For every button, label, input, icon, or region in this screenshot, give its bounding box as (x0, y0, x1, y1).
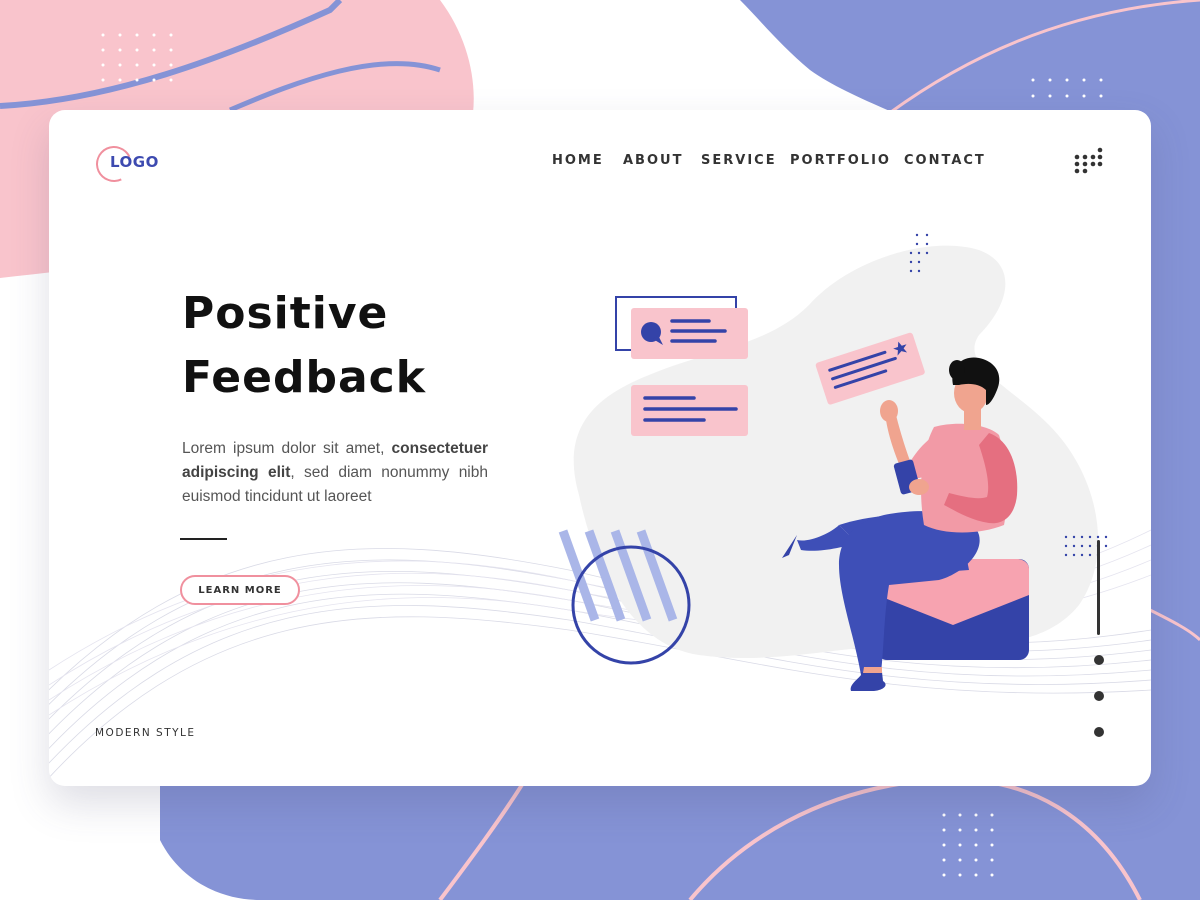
nav-service[interactable]: SERVICE (701, 153, 777, 168)
page-title: Positive Feedback (182, 282, 522, 410)
nav-home[interactable]: HOME (552, 153, 604, 168)
learn-more-button[interactable]: LEARN MORE (180, 575, 300, 605)
title-line-2: Feedback (182, 352, 426, 403)
pager-dot[interactable] (1094, 691, 1104, 701)
slide-pager (1093, 540, 1105, 740)
nav-portfolio[interactable]: PORTFOLIO (790, 153, 891, 168)
pager-active-indicator (1097, 540, 1100, 635)
dots-grid-icon[interactable] (1074, 146, 1104, 176)
desc-text-1: Lorem ipsum dolor sit amet, (182, 440, 392, 457)
pager-dot[interactable] (1094, 655, 1104, 665)
hero-description: Lorem ipsum dolor sit amet, consectetuer… (182, 437, 488, 509)
title-line-1: Positive (182, 288, 389, 339)
footer-tagline: MODERN STYLE (95, 727, 196, 739)
logo[interactable]: LOGO (90, 140, 216, 188)
nav-contact[interactable]: CONTACT (904, 153, 986, 168)
divider (180, 538, 227, 540)
nav-about[interactable]: ABOUT (623, 153, 683, 168)
feedback-illustration (558, 233, 1108, 691)
logo-text: LOGO (110, 153, 159, 171)
landing-card: LOGO HOME ABOUT SERVICE PORTFOLIO CONTAC… (49, 110, 1151, 786)
pager-dot[interactable] (1094, 727, 1104, 737)
